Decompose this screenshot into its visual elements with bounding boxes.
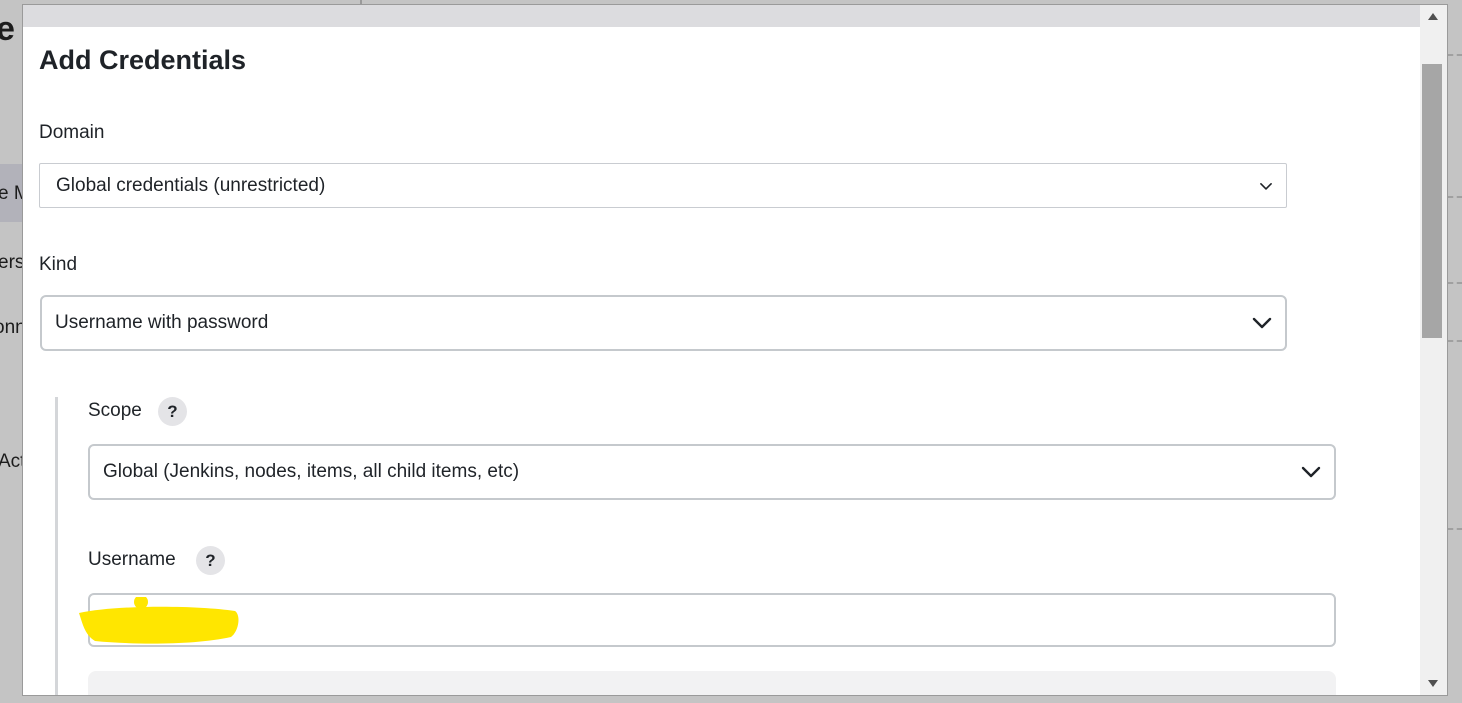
chevron-down-icon [1252, 317, 1272, 329]
chevron-down-icon [1260, 182, 1272, 190]
scroll-up-arrow-icon[interactable] [1428, 13, 1438, 20]
scope-select[interactable]: Global (Jenkins, nodes, items, all child… [88, 444, 1336, 500]
redaction-mark [79, 597, 239, 644]
username-label: Username [88, 549, 176, 570]
scroll-down-arrow-icon[interactable] [1428, 680, 1438, 687]
dialog-content: Add Credentials Domain Global credential… [23, 27, 1420, 695]
background-sidebar-item: ers [0, 252, 25, 273]
kind-select[interactable]: Username with password [40, 295, 1287, 351]
help-icon[interactable]: ? [196, 546, 225, 575]
domain-select[interactable]: Global credentials (unrestricted) [39, 163, 1287, 208]
background-divider [1448, 340, 1462, 342]
password-section-panel [88, 671, 1336, 695]
dialog-top-bar [23, 5, 1447, 27]
help-icon[interactable]: ? [158, 397, 187, 426]
background-divider [1448, 196, 1462, 198]
chevron-down-icon [1301, 466, 1321, 478]
kind-label: Kind [39, 254, 78, 275]
nested-section-indicator [55, 397, 58, 695]
scope-select-value: Global (Jenkins, nodes, items, all child… [103, 461, 520, 482]
background-divider [1448, 282, 1462, 284]
scope-label: Scope [88, 400, 142, 421]
add-credentials-dialog: Add Credentials Domain Global credential… [22, 4, 1448, 696]
domain-select-value: Global credentials (unrestricted) [56, 174, 326, 196]
username-input[interactable] [88, 593, 1336, 647]
scroll-thumb[interactable] [1422, 64, 1442, 338]
background-divider [1448, 54, 1462, 56]
kind-select-value: Username with password [55, 312, 269, 333]
background-page-title-fragment: e [0, 10, 15, 48]
dialog-title: Add Credentials [39, 45, 247, 75]
background-divider [1448, 528, 1462, 530]
dialog-scrollbar[interactable] [1420, 5, 1447, 695]
domain-label: Domain [39, 122, 105, 143]
